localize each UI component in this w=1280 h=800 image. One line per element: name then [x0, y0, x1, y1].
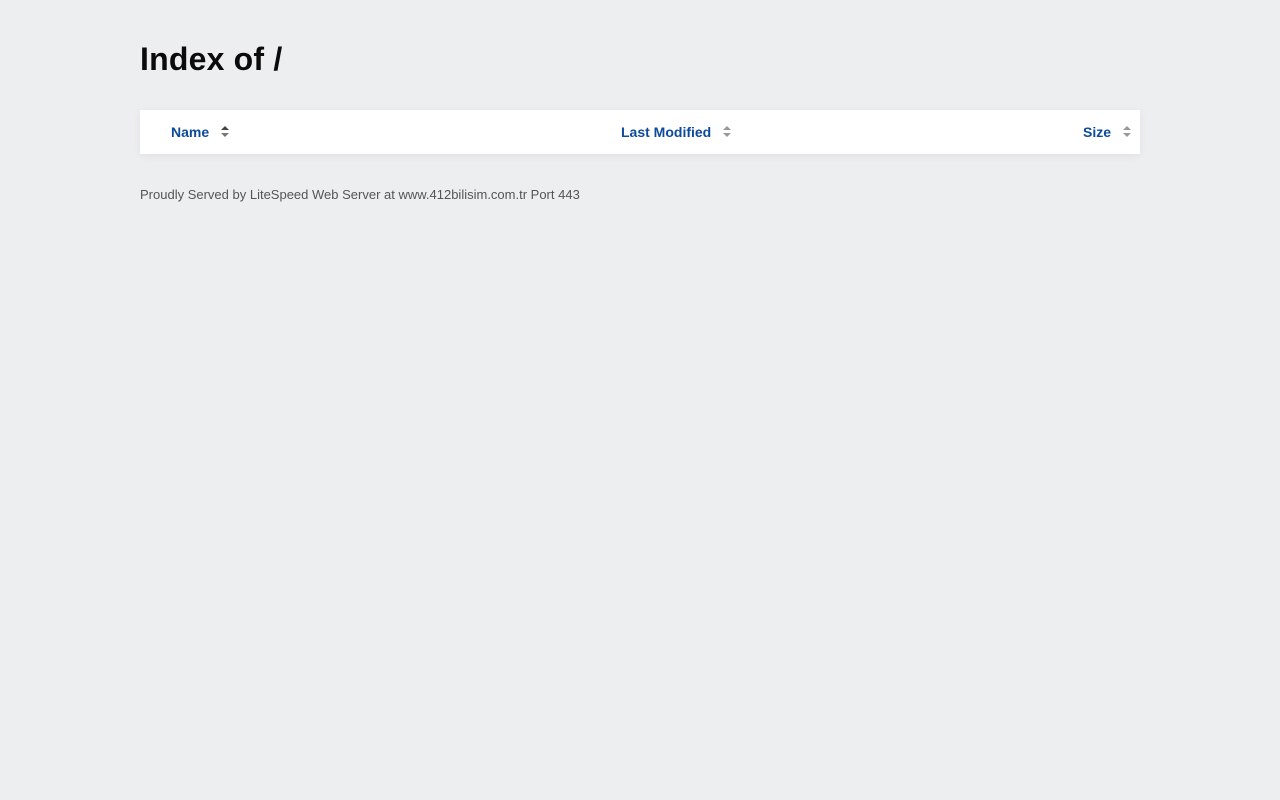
server-footer: Proudly Served by LiteSpeed Web Server a…	[140, 187, 580, 202]
column-header-last-modified[interactable]: Last Modified	[621, 110, 732, 154]
sort-icon	[1123, 126, 1131, 138]
column-header-name[interactable]: Name	[171, 110, 230, 154]
column-header-last-modified-label: Last Modified	[621, 124, 712, 140]
page-title: Index of /	[140, 41, 283, 77]
column-header-name-label: Name	[171, 124, 210, 140]
column-header-size[interactable]: Size	[1083, 110, 1131, 154]
file-listing-table: Name Last Modified Size	[140, 110, 1140, 154]
column-header-size-label: Size	[1082, 124, 1111, 140]
sort-icon	[221, 126, 230, 138]
sort-icon	[723, 126, 732, 138]
